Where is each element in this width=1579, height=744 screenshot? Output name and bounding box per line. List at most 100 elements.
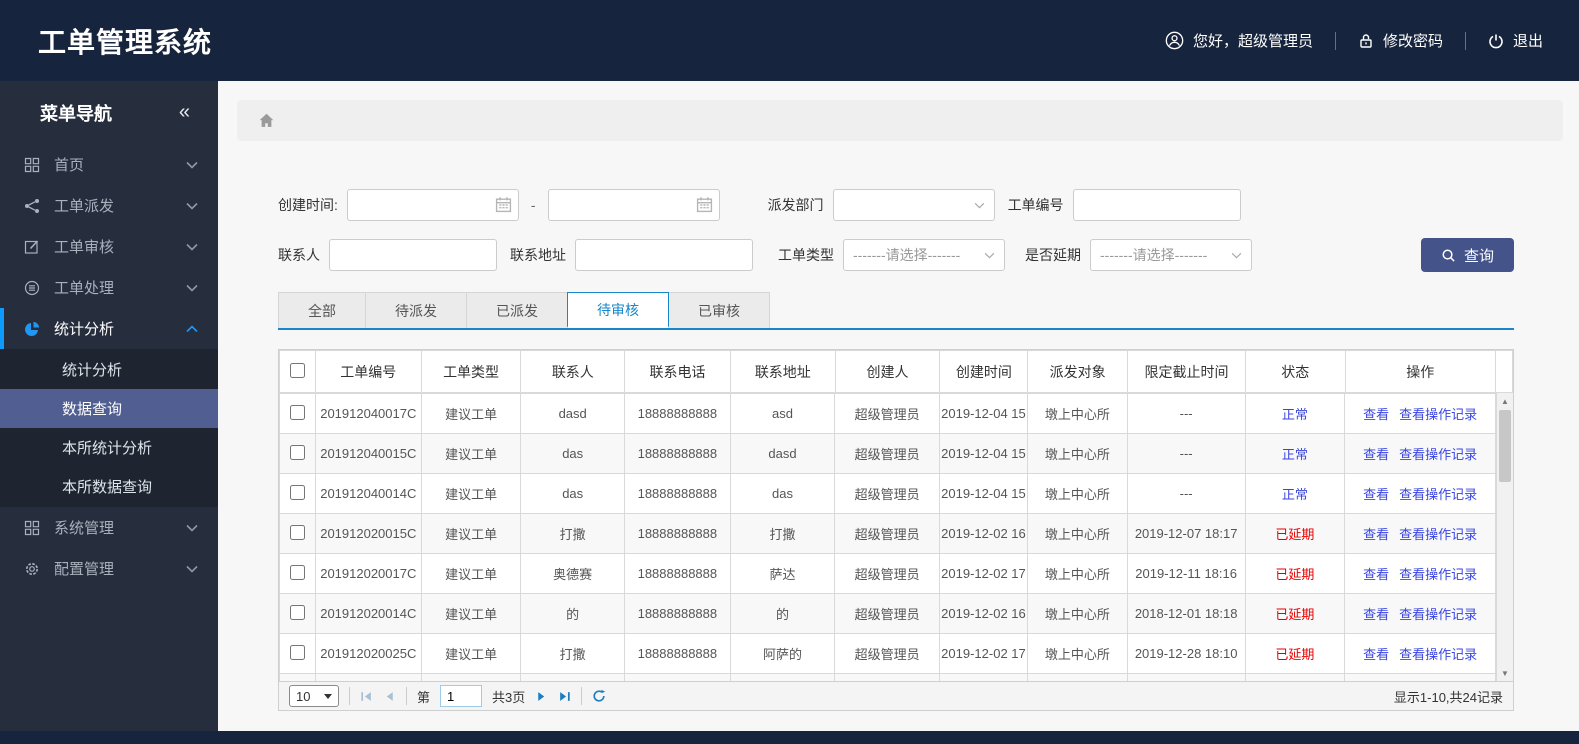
view-link[interactable]: 查看 xyxy=(1363,487,1389,502)
view-log-link[interactable]: 查看操作记录 xyxy=(1399,407,1477,422)
refresh-button[interactable] xyxy=(592,689,606,703)
row-checkbox[interactable] xyxy=(289,484,305,500)
dispatch-dept-select[interactable] xyxy=(832,189,995,221)
tab-all[interactable]: 全部 xyxy=(278,292,366,328)
select-all-checkbox[interactable] xyxy=(289,362,305,378)
sidebar-item-process[interactable]: 工单处理 xyxy=(0,267,218,308)
order-type-select[interactable]: -------请选择------- xyxy=(843,239,1005,271)
view-log-link[interactable]: 查看操作记录 xyxy=(1399,527,1477,542)
breadcrumb xyxy=(237,100,1563,141)
logout-button[interactable]: 退出 xyxy=(1488,30,1543,51)
tab-pending-dispatch[interactable]: 待派发 xyxy=(365,292,467,328)
sidebar-item-review[interactable]: 工单审核 xyxy=(0,226,218,267)
tab-reviewed[interactable]: 已审核 xyxy=(668,292,770,328)
row-checkbox[interactable] xyxy=(289,564,305,580)
cell-phone: 18888888888 xyxy=(623,553,731,594)
chevron-down-icon xyxy=(186,284,198,292)
cell-created: 2019-12-02 16 xyxy=(938,593,1028,634)
sidebar-item-config[interactable]: 配置管理 xyxy=(0,548,218,589)
cell-creator: 超级管理员 xyxy=(834,433,940,474)
sidebar-subitem-statistics-analysis[interactable]: 统计分析 xyxy=(0,350,218,389)
tab-pending-review[interactable]: 待审核 xyxy=(567,292,669,328)
table-row: 201912040017C 建议工单 dasd 18888888888 asd 超级管理员… xyxy=(279,393,1497,434)
home-icon[interactable] xyxy=(258,112,275,129)
calendar-icon[interactable] xyxy=(696,196,713,213)
cell-contact: das xyxy=(520,433,625,474)
view-log-link[interactable]: 查看操作记录 xyxy=(1399,607,1477,622)
change-password-button[interactable]: 修改密码 xyxy=(1358,30,1443,51)
cell-created: 2019-12-02 17 xyxy=(938,633,1028,674)
delay-label: 是否延期 xyxy=(1025,247,1081,263)
row-checkbox[interactable] xyxy=(289,444,305,460)
row-checkbox[interactable] xyxy=(289,524,305,540)
view-log-link[interactable]: 查看操作记录 xyxy=(1399,647,1477,662)
column-header: 限定截止时间 xyxy=(1127,350,1246,393)
sidebar-collapse-icon[interactable]: « xyxy=(179,101,190,124)
row-select-cell xyxy=(279,473,316,514)
delay-select[interactable]: -------请选择------- xyxy=(1090,239,1252,271)
sidebar-subitem-local-data-query[interactable]: 本所数据查询 xyxy=(0,467,218,506)
page-size-select[interactable]: 10 xyxy=(289,685,339,707)
column-header: 联系地址 xyxy=(729,350,836,393)
next-page-button[interactable] xyxy=(535,690,548,703)
cell-address: 阿萨的 xyxy=(729,633,836,674)
table-row: 201912040014C 建议工单 das 18888888888 das 超级管理员 2… xyxy=(279,473,1497,514)
cell-order_no: 201912040014C xyxy=(314,473,422,514)
contact-input[interactable] xyxy=(329,239,497,271)
sidebar-item-system[interactable]: 系统管理 xyxy=(0,507,218,548)
search-button-label: 查询 xyxy=(1463,247,1494,265)
column-header: 状态 xyxy=(1244,350,1346,393)
row-checkbox[interactable] xyxy=(289,604,305,620)
prev-page-button[interactable] xyxy=(383,690,396,703)
cell-phone: 18888888888 xyxy=(623,393,731,434)
cell-type: 建议工单 xyxy=(420,633,522,674)
cell-actions: 查看 查看操作记录 xyxy=(1344,393,1497,434)
column-header: 联系人 xyxy=(520,350,626,393)
row-checkbox[interactable] xyxy=(289,404,305,420)
row-checkbox[interactable] xyxy=(289,644,305,660)
view-link[interactable]: 查看 xyxy=(1363,647,1389,662)
tab-dispatched[interactable]: 已派发 xyxy=(466,292,568,328)
search-button[interactable]: 查询 xyxy=(1420,238,1514,272)
cell-empty xyxy=(938,673,1028,681)
sidebar-item-statistics[interactable]: 统计分析 xyxy=(0,308,218,349)
greeting-text: 您好，超级管理员 xyxy=(1192,33,1313,50)
view-link[interactable]: 查看 xyxy=(1363,567,1389,582)
create-time-end-input[interactable] xyxy=(547,189,720,221)
sidebar-subitem-data-query[interactable]: 数据查询 xyxy=(0,389,218,428)
cell-creator: 超级管理员 xyxy=(834,393,940,434)
sidebar-item-dispatch[interactable]: 工单派发 xyxy=(0,185,218,226)
order-no-input[interactable] xyxy=(1072,189,1241,221)
order-no-label: 工单编号 xyxy=(1007,197,1064,213)
scroll-track[interactable] xyxy=(1497,409,1513,665)
first-page-button[interactable] xyxy=(360,690,373,703)
view-link[interactable]: 查看 xyxy=(1363,527,1389,542)
search-icon xyxy=(1441,248,1456,263)
cell-created: 2019-12-02 16 xyxy=(938,513,1028,554)
view-log-link[interactable]: 查看操作记录 xyxy=(1399,447,1477,462)
view-link[interactable]: 查看 xyxy=(1363,607,1389,622)
create-time-end-field xyxy=(547,189,720,221)
create-time-start-input[interactable] xyxy=(346,189,519,221)
select-all-cell xyxy=(279,350,316,393)
vertical-scrollbar[interactable]: ▲ ▼ xyxy=(1496,393,1513,681)
cell-creator: 超级管理员 xyxy=(834,633,940,674)
contact-label: 联系人 xyxy=(278,247,320,263)
scroll-down-arrow[interactable]: ▼ xyxy=(1497,665,1513,681)
sidebar-item-home[interactable]: 首页 xyxy=(0,144,218,185)
sidebar-subitem-local-statistics[interactable]: 本所统计分析 xyxy=(0,428,218,467)
column-header: 创建人 xyxy=(834,350,941,393)
scroll-up-arrow[interactable]: ▲ xyxy=(1497,393,1513,409)
view-log-link[interactable]: 查看操作记录 xyxy=(1399,567,1477,582)
scroll-thumb[interactable] xyxy=(1499,410,1512,482)
address-input[interactable] xyxy=(575,239,753,271)
calendar-icon[interactable] xyxy=(495,196,512,213)
last-page-button[interactable] xyxy=(558,690,571,703)
cell-phone: 18888888888 xyxy=(623,633,731,674)
view-link[interactable]: 查看 xyxy=(1363,447,1389,462)
page-number-input[interactable] xyxy=(440,685,483,707)
view-log-link[interactable]: 查看操作记录 xyxy=(1399,487,1477,502)
view-link[interactable]: 查看 xyxy=(1363,407,1389,422)
order-type-value: -------请选择------- xyxy=(853,247,961,263)
dispatch-dept-label: 派发部门 xyxy=(767,197,824,213)
